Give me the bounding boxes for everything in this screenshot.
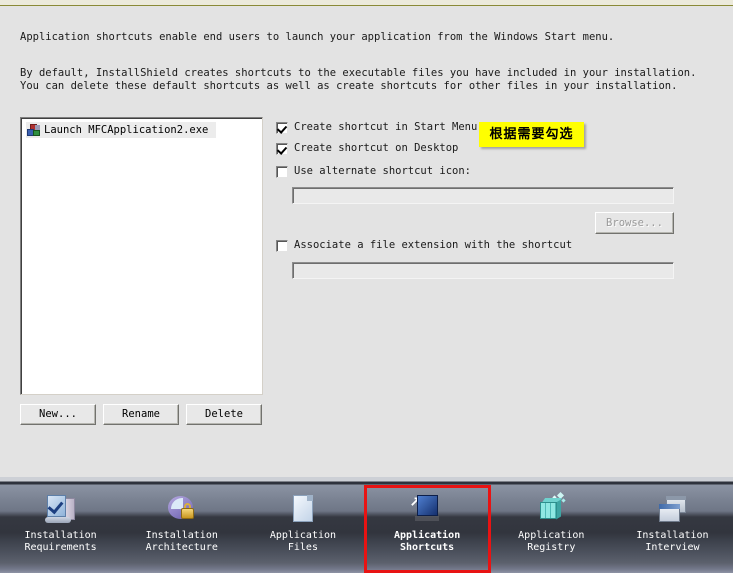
associate-extension-label: Associate a file extension with the shor… bbox=[294, 239, 573, 251]
shortcut-application-icon bbox=[26, 122, 42, 138]
delete-button[interactable]: Delete bbox=[186, 404, 262, 425]
nav-item-installation-requirements[interactable]: Installation Requirements bbox=[0, 485, 121, 573]
use-alternate-icon-label: Use alternate shortcut icon: bbox=[294, 165, 472, 177]
bottom-navigation-bar: Installation Requirements Installation A… bbox=[0, 477, 733, 573]
create-start-menu-shortcut-label: Create shortcut in Start Menu bbox=[294, 121, 478, 133]
application-files-icon bbox=[286, 492, 320, 526]
list-item[interactable]: Launch MFCApplication2.exe bbox=[26, 122, 216, 138]
new-button[interactable]: New... bbox=[20, 404, 96, 425]
application-shortcuts-page: Application shortcuts enable end users t… bbox=[0, 7, 733, 477]
nav-item-application-registry[interactable]: Application Registry bbox=[491, 485, 612, 573]
use-alternate-icon-row[interactable]: Use alternate shortcut icon: bbox=[276, 165, 471, 178]
file-extension-input[interactable] bbox=[292, 262, 674, 279]
rename-button[interactable]: Rename bbox=[103, 404, 179, 425]
application-registry-icon bbox=[534, 491, 568, 526]
create-desktop-shortcut-checkbox[interactable] bbox=[276, 143, 288, 155]
nav-item-application-files[interactable]: Application Files bbox=[242, 485, 363, 573]
nav-item-installation-interview[interactable]: Installation Interview bbox=[612, 485, 733, 573]
create-desktop-shortcut-row[interactable]: Create shortcut on Desktop bbox=[276, 142, 458, 155]
nav-item-application-shortcuts[interactable]: Application Shortcuts bbox=[363, 485, 491, 573]
installation-requirements-icon bbox=[44, 492, 78, 526]
nav-label: Installation Requirements bbox=[24, 530, 97, 553]
nav-label: Installation Interview bbox=[636, 530, 709, 553]
application-shortcuts-icon bbox=[410, 492, 444, 526]
annotation-callout: 根据需要勾选 bbox=[479, 122, 584, 147]
installation-architecture-icon bbox=[165, 492, 199, 526]
nav-item-installation-architecture[interactable]: Installation Architecture bbox=[121, 485, 242, 573]
nav-label: Application Registry bbox=[518, 530, 585, 553]
alternate-icon-path-input[interactable] bbox=[292, 187, 674, 204]
page-description-line-2: By default, InstallShield creates shortc… bbox=[20, 67, 697, 92]
nav-label: Installation Architecture bbox=[145, 530, 218, 553]
use-alternate-icon-checkbox[interactable] bbox=[276, 166, 288, 178]
nav-label: Application Files bbox=[269, 530, 337, 553]
associate-extension-row[interactable]: Associate a file extension with the shor… bbox=[276, 239, 572, 252]
create-start-menu-shortcut-row[interactable]: Create shortcut in Start Menu bbox=[276, 121, 477, 134]
associate-extension-checkbox[interactable] bbox=[276, 240, 288, 252]
shortcut-list-box[interactable]: Launch MFCApplication2.exe bbox=[20, 117, 263, 395]
create-desktop-shortcut-label: Create shortcut on Desktop bbox=[294, 142, 459, 154]
page-description-line-1: Application shortcuts enable end users t… bbox=[20, 31, 615, 43]
top-accent-strip bbox=[0, 0, 733, 6]
create-start-menu-shortcut-checkbox[interactable] bbox=[276, 122, 288, 134]
nav-label: Application Shortcuts bbox=[393, 530, 461, 553]
browse-button[interactable]: Browse... bbox=[595, 212, 674, 234]
installation-interview-icon bbox=[655, 492, 689, 526]
list-item-label: Launch MFCApplication2.exe bbox=[44, 124, 209, 136]
